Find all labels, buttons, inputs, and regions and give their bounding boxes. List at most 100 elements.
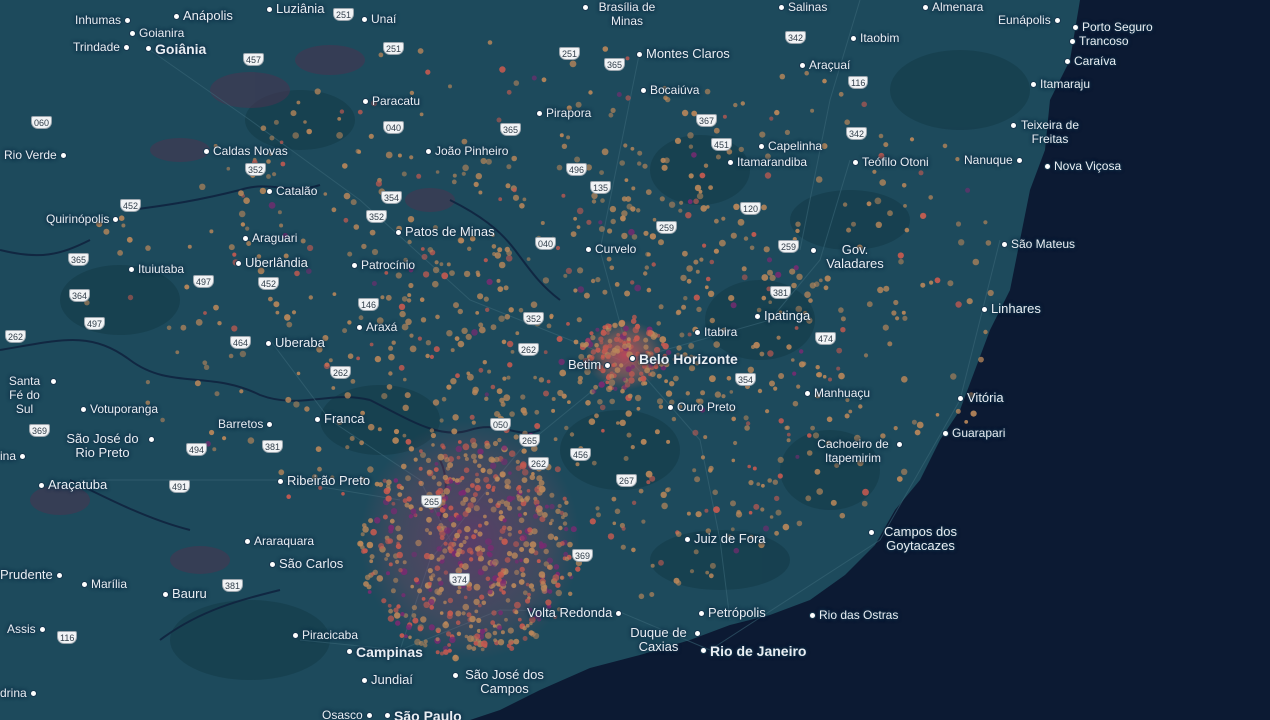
city-marker-icon	[315, 417, 320, 422]
city-label-petr-polis[interactable]: Petrópolis	[699, 606, 766, 620]
heat-dot	[118, 215, 125, 221]
city-label-arax-[interactable]: Araxá	[357, 320, 397, 334]
city-label-araraquara[interactable]: Araraquara	[245, 534, 314, 548]
city-label-catal-o[interactable]: Catalão	[267, 184, 317, 198]
city-label-guarapari[interactable]: Guarapari	[943, 426, 1005, 440]
heat-dot	[487, 544, 494, 552]
city-label-s-o-carlos[interactable]: São Carlos	[270, 557, 343, 571]
city-label-rio-de-janeiro[interactable]: Rio de Janeiro	[701, 643, 806, 659]
city-label-drina[interactable]: drina	[0, 686, 36, 700]
city-label-salinas[interactable]: Salinas	[779, 0, 827, 14]
city-label-nanuque[interactable]: Nanuque	[964, 153, 1022, 167]
city-label-linhares[interactable]: Linhares	[982, 302, 1041, 316]
city-label-bauru[interactable]: Bauru	[163, 587, 207, 601]
city-label-ribeir-o-preto[interactable]: Ribeirão Preto	[278, 474, 370, 488]
heat-dot	[712, 489, 718, 496]
city-label-uberl-ndia[interactable]: Uberlândia	[236, 256, 308, 270]
city-label-ara-atuba[interactable]: Araçatuba	[39, 478, 107, 492]
city-label-rio-das-ostras[interactable]: Rio das Ostras	[810, 608, 898, 622]
city-label-curvelo[interactable]: Curvelo	[586, 242, 636, 256]
city-label-paracatu[interactable]: Paracatu	[363, 94, 420, 108]
city-label-osasco[interactable]: Osasco	[322, 708, 372, 720]
city-label-s-o-jos-dos-campos[interactable]: São José dos Campos	[453, 668, 547, 696]
city-label-s-o-paulo[interactable]: São Paulo	[385, 708, 462, 720]
city-label-campinas[interactable]: Campinas	[347, 644, 423, 660]
heat-dot	[607, 338, 613, 344]
heat-dot	[467, 502, 474, 509]
heat-dot	[428, 531, 433, 536]
city-label-s-o-jos-do-rio-preto[interactable]: São José do Rio Preto	[60, 432, 154, 460]
city-label-piracicaba[interactable]: Piracicaba	[293, 628, 358, 642]
heat-dot	[784, 129, 791, 135]
city-label-te-filo-otoni[interactable]: Teófilo Otoni	[853, 155, 929, 169]
city-label-bocai-va[interactable]: Bocaiúva	[641, 83, 699, 97]
city-label-prudente[interactable]: Prudente	[0, 568, 62, 582]
heat-dot	[632, 314, 637, 320]
city-label-porto-seguro[interactable]: Porto Seguro	[1073, 20, 1153, 34]
city-label-itabira[interactable]: Itabira	[695, 325, 737, 339]
map-view[interactable]: Inhumas Anápolis Luziânia Unaí Goianira Trind…	[0, 0, 1270, 720]
city-label-quirin-polis[interactable]: Quirinópolis	[46, 212, 119, 226]
city-label-assis[interactable]: Assis	[7, 622, 45, 636]
city-label-goianira[interactable]: Goianira	[130, 26, 184, 40]
city-label-jundia-[interactable]: Jundiaí	[362, 673, 413, 687]
heat-dot	[382, 478, 387, 483]
city-label-goi-nia[interactable]: Goiânia	[146, 41, 206, 57]
city-label-votuporanga[interactable]: Votuporanga	[81, 402, 158, 416]
heat-dot	[483, 514, 487, 519]
city-label-ipatinga[interactable]: Ipatinga	[755, 309, 810, 323]
city-label-araguari[interactable]: Araguari	[243, 231, 297, 245]
city-label-gov-valadares[interactable]: Gov. Valadares	[811, 243, 890, 271]
heat-dot	[631, 186, 636, 191]
heat-dot	[323, 192, 328, 196]
city-label-ituiutaba[interactable]: Ituiutaba	[129, 262, 184, 276]
city-label-volta-redonda[interactable]: Volta Redonda	[527, 606, 622, 620]
city-label-ara-ua-[interactable]: Araçuaí	[800, 58, 850, 72]
city-label-rio-verde[interactable]: Rio Verde	[4, 148, 66, 162]
heat-dot	[498, 510, 504, 515]
city-label-itaobim[interactable]: Itaobim	[851, 31, 899, 45]
city-label-jo-o-pinheiro[interactable]: João Pinheiro	[426, 144, 508, 158]
city-label-capelinha[interactable]: Capelinha	[759, 139, 822, 153]
city-label-campos-dos-goytacazes[interactable]: Campos dos Goytacazes	[869, 525, 963, 553]
city-label-almenara[interactable]: Almenara	[923, 0, 983, 14]
city-label-pirapora[interactable]: Pirapora	[537, 106, 591, 120]
city-label-manhua-u[interactable]: Manhuaçu	[805, 386, 870, 400]
city-label-uberaba[interactable]: Uberaba	[266, 336, 325, 350]
city-label-cachoeiro-de-itapemirim[interactable]: Cachoeiro de Itapemirim	[813, 437, 902, 465]
heat-dot	[564, 425, 569, 431]
city-label-luzi-nia[interactable]: Luziânia	[267, 2, 324, 16]
city-label-ina[interactable]: ina	[0, 449, 26, 463]
city-label-itamaraju[interactable]: Itamaraju	[1031, 77, 1090, 91]
city-label-teixeira-de-freitas[interactable]: Teixeira de Freitas	[1011, 118, 1080, 146]
city-label-cara-va[interactable]: Caraíva	[1065, 54, 1116, 68]
city-label-nova-vi-osa[interactable]: Nova Viçosa	[1045, 159, 1121, 173]
heat-dot	[561, 193, 566, 198]
city-label-juiz-de-fora[interactable]: Juiz de Fora	[685, 532, 766, 546]
city-label-ouro-preto[interactable]: Ouro Preto	[668, 400, 736, 414]
city-label-bras-lia-de-minas[interactable]: Brasília de Minas	[583, 0, 662, 28]
city-label-santa-f-do-sul[interactable]: Santa Fé do Sul	[2, 374, 56, 416]
heat-dot	[786, 432, 791, 437]
city-label-s-o-mateus[interactable]: São Mateus	[1002, 237, 1075, 251]
city-label-franca[interactable]: Franca	[315, 412, 364, 426]
heat-dot	[502, 525, 507, 531]
city-label-caldas-novas[interactable]: Caldas Novas	[204, 144, 288, 158]
city-label-barretos[interactable]: Barretos	[218, 417, 273, 431]
city-label-belo-horizonte[interactable]: Belo Horizonte	[630, 351, 738, 367]
city-label-betim[interactable]: Betim	[568, 358, 611, 372]
city-label-itamarandiba[interactable]: Itamarandiba	[728, 155, 807, 169]
city-label-vit-ria[interactable]: Vitória	[958, 391, 1004, 405]
city-label-duque-de-caxias[interactable]: Duque de Caxias	[626, 626, 700, 654]
city-label-patroc-nio[interactable]: Patrocínio	[352, 258, 415, 272]
city-label-patos-de-minas[interactable]: Patos de Minas	[396, 225, 495, 239]
heat-dot	[577, 267, 584, 274]
city-label-montes-claros[interactable]: Montes Claros	[637, 47, 730, 61]
city-label-an-polis[interactable]: Anápolis	[174, 9, 233, 23]
city-label-eun-polis[interactable]: Eunápolis	[998, 13, 1060, 27]
city-label-trindade[interactable]: Trindade	[73, 40, 129, 54]
city-label-una-[interactable]: Unaí	[362, 12, 396, 26]
city-label-trancoso[interactable]: Trancoso	[1070, 34, 1129, 48]
city-label-inhumas[interactable]: Inhumas	[75, 13, 131, 27]
city-label-mar-lia[interactable]: Marília	[82, 577, 127, 591]
